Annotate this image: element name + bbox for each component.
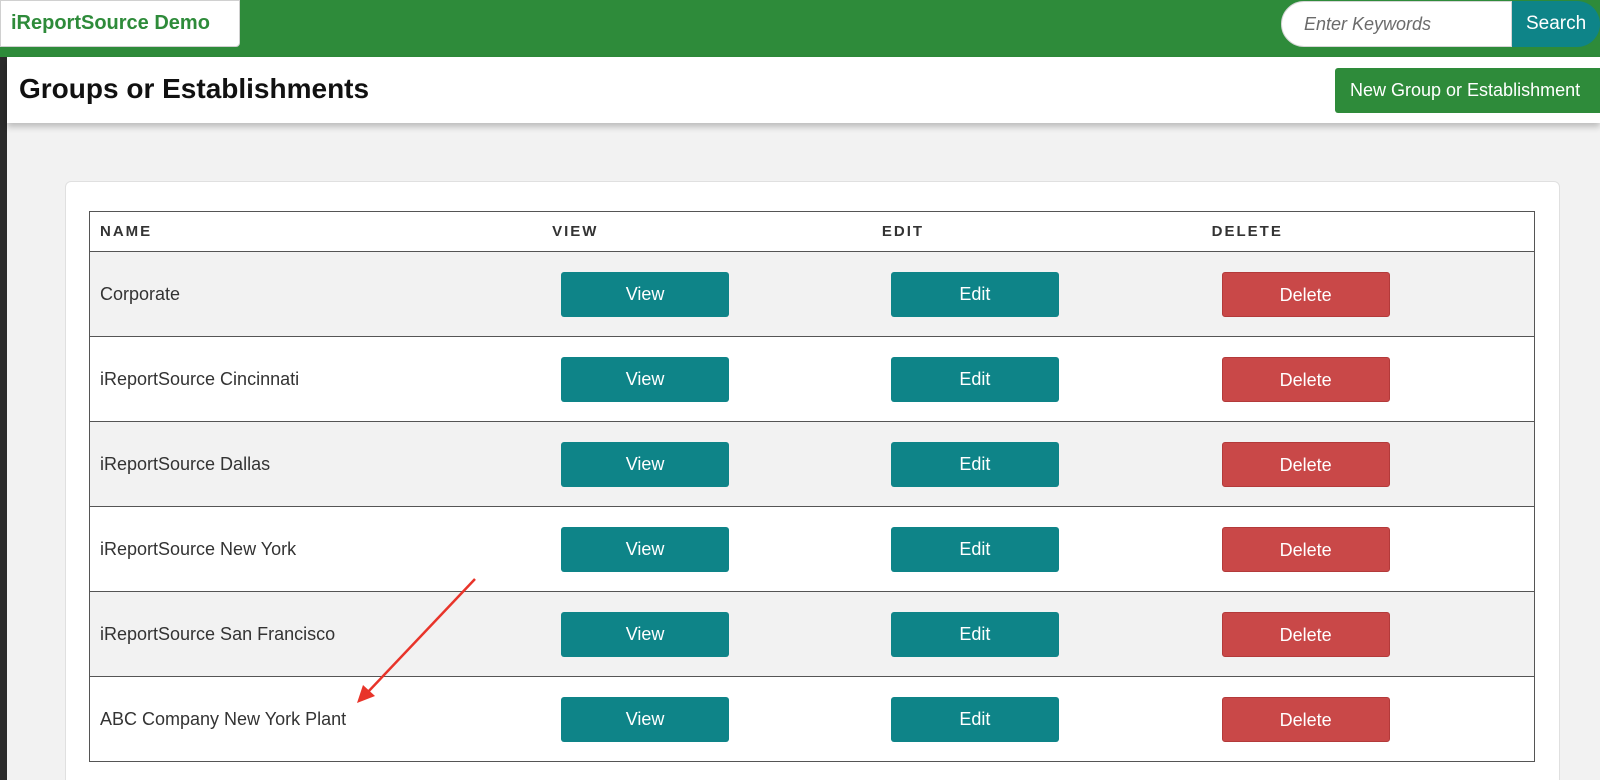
column-header-name: NAME bbox=[89, 211, 553, 252]
table-row: iReportSource Dallas View Edit Delete bbox=[89, 421, 1535, 507]
delete-button[interactable]: Delete bbox=[1221, 271, 1390, 317]
search-button[interactable]: Search bbox=[1512, 1, 1600, 47]
delete-button[interactable]: Delete bbox=[1221, 611, 1390, 657]
table-row: iReportSource New York View Edit Delete bbox=[89, 506, 1535, 592]
table-row: iReportSource Cincinnati View Edit Delet… bbox=[89, 336, 1535, 422]
page-header: Groups or Establishments New Group or Es… bbox=[7, 57, 1600, 123]
column-header-view: VIEW bbox=[552, 211, 882, 252]
row-name: iReportSource Dallas bbox=[89, 421, 553, 507]
column-header-edit: EDIT bbox=[881, 211, 1212, 252]
brand-logo-link[interactable]: iReportSource Demo bbox=[0, 0, 240, 47]
edit-button[interactable]: Edit bbox=[890, 271, 1059, 317]
view-button[interactable]: View bbox=[561, 441, 730, 487]
row-name: Corporate bbox=[89, 251, 553, 337]
page-title: Groups or Establishments bbox=[19, 73, 370, 104]
row-name: iReportSource Cincinnati bbox=[89, 336, 553, 422]
delete-button[interactable]: Delete bbox=[1221, 441, 1390, 487]
view-button[interactable]: View bbox=[561, 696, 730, 742]
row-name: ABC Company New York Plant bbox=[89, 676, 553, 762]
table-header-row: NAME VIEW EDIT DELETE bbox=[89, 211, 1535, 252]
column-header-delete: DELETE bbox=[1211, 211, 1535, 252]
delete-button[interactable]: Delete bbox=[1221, 526, 1390, 572]
new-group-button[interactable]: New Group or Establishment bbox=[1335, 68, 1600, 113]
view-button[interactable]: View bbox=[561, 271, 730, 317]
delete-button[interactable]: Delete bbox=[1221, 356, 1390, 402]
table-row: ABC Company New York Plant View Edit Del… bbox=[89, 676, 1535, 762]
view-button[interactable]: View bbox=[561, 526, 730, 572]
delete-button[interactable]: Delete bbox=[1221, 696, 1390, 742]
groups-table: NAME VIEW EDIT DELETE Corporate View Edi… bbox=[89, 211, 1535, 762]
search-form: Search bbox=[1281, 1, 1600, 47]
top-navbar: iReportSource Demo Search bbox=[0, 0, 1600, 57]
edit-button[interactable]: Edit bbox=[890, 696, 1059, 742]
table-row: Corporate View Edit Delete bbox=[89, 251, 1535, 337]
edit-button[interactable]: Edit bbox=[890, 356, 1059, 402]
edit-button[interactable]: Edit bbox=[890, 611, 1059, 657]
edit-button[interactable]: Edit bbox=[890, 526, 1059, 572]
row-name: iReportSource San Francisco bbox=[89, 591, 553, 677]
window-edge bbox=[0, 57, 7, 780]
view-button[interactable]: View bbox=[561, 356, 730, 402]
view-button[interactable]: View bbox=[561, 611, 730, 657]
search-input[interactable] bbox=[1281, 1, 1512, 47]
row-name: iReportSource New York bbox=[89, 506, 553, 592]
table-row: iReportSource San Francisco View Edit De… bbox=[89, 591, 1535, 677]
edit-button[interactable]: Edit bbox=[890, 441, 1059, 487]
